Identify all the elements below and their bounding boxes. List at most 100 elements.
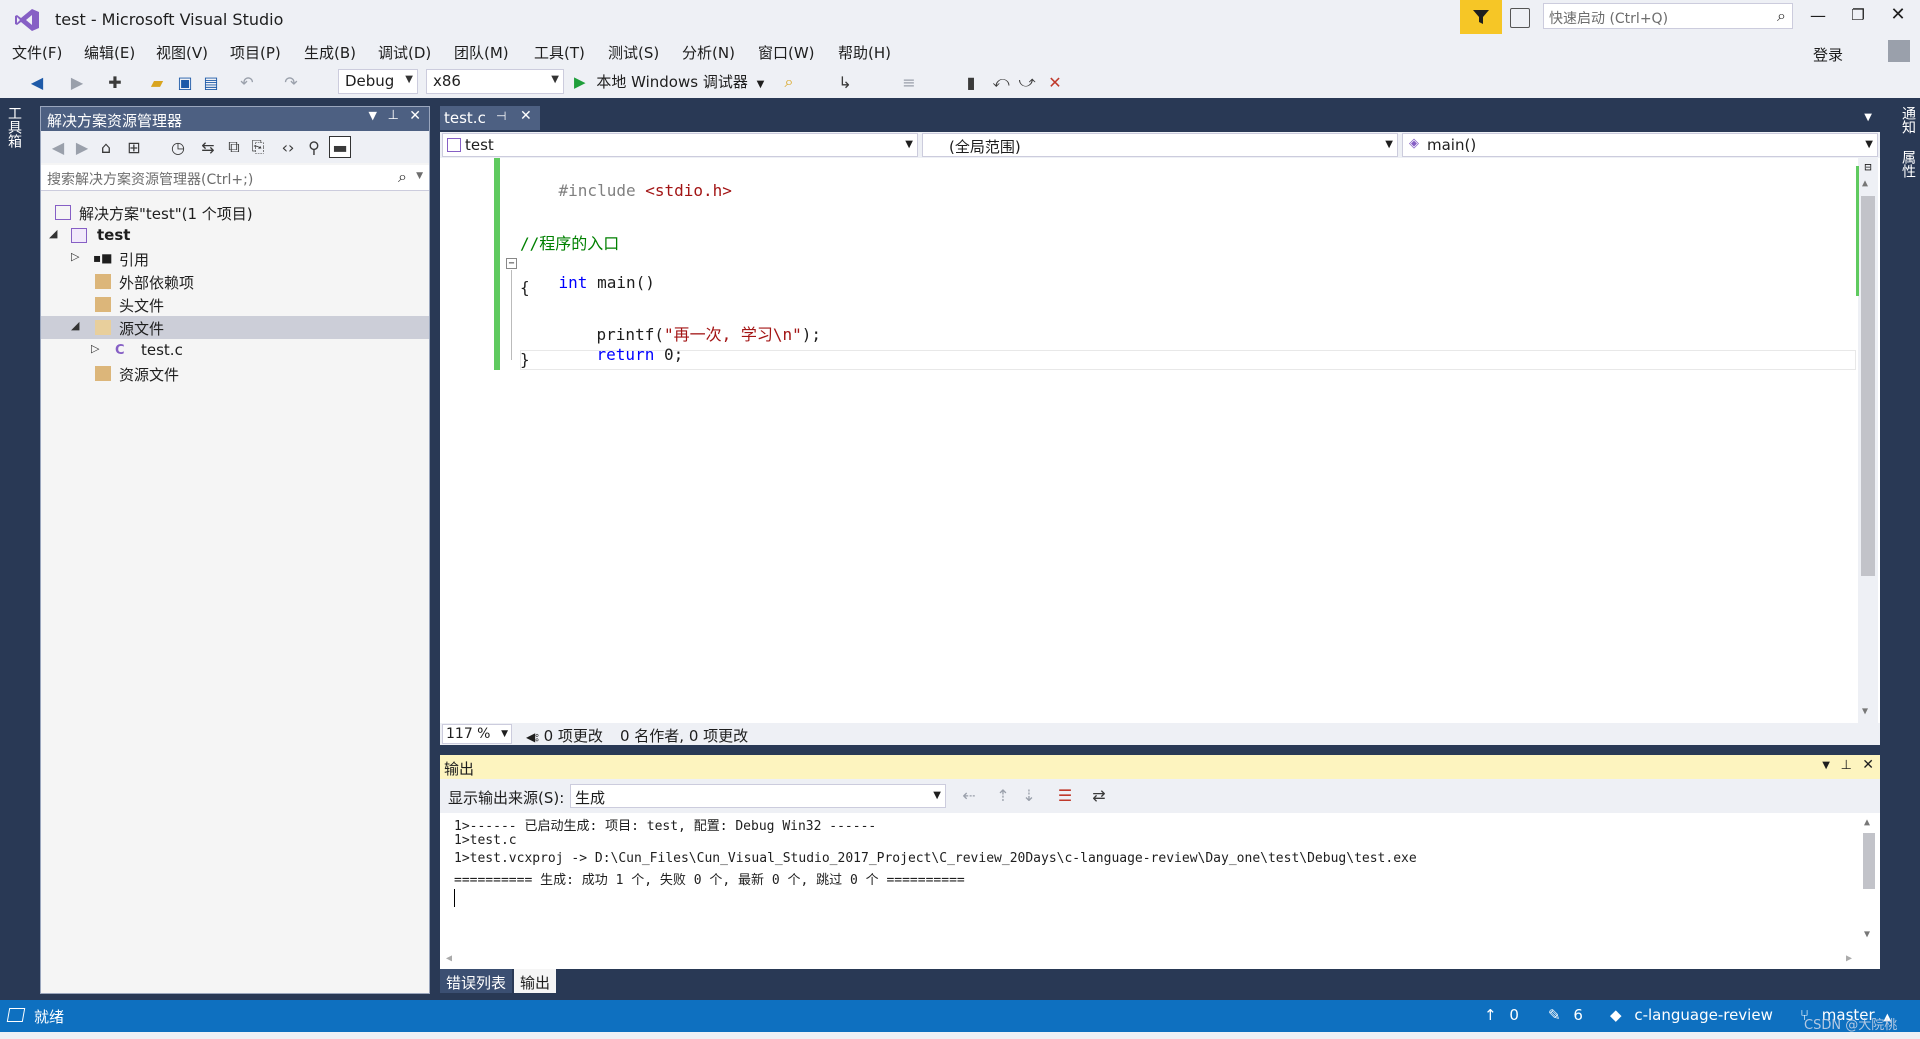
menu-window[interactable]: 窗口(W): [758, 42, 815, 63]
word-wrap-icon[interactable]: ⇄: [1088, 784, 1110, 806]
comment-icon[interactable]: ≡: [898, 71, 920, 93]
notifications-tab[interactable]: 通知: [1898, 106, 1918, 134]
panel-menu-icon[interactable]: ▼: [369, 109, 377, 122]
collapse-icon[interactable]: ⧉: [223, 136, 245, 158]
history-icon[interactable]: ◷: [167, 136, 189, 158]
tab-overflow-icon[interactable]: ▼: [1864, 112, 1872, 123]
menu-tools[interactable]: 工具(T): [534, 42, 585, 63]
menu-help[interactable]: 帮助(H): [838, 42, 891, 63]
properties-tab[interactable]: 属性: [1898, 150, 1918, 178]
split-icon[interactable]: ⊟: [1861, 160, 1875, 174]
tree-source-files[interactable]: ◢ 源文件: [41, 316, 429, 339]
solution-search-input[interactable]: 搜索解决方案资源管理器(Ctrl+;) ⌕ ▼: [41, 165, 429, 191]
menu-edit[interactable]: 编辑(E): [84, 42, 135, 63]
codelens-changes[interactable]: ◀⦂ 0 项更改: [526, 725, 603, 746]
collapse-toggle-icon[interactable]: −: [506, 258, 517, 269]
panel-menu-icon[interactable]: ▼: [1822, 760, 1830, 771]
preview-icon[interactable]: ▬: [329, 136, 351, 158]
tree-solution[interactable]: 解决方案"test"(1 个项目): [41, 201, 429, 224]
prev-message-icon[interactable]: ⇡: [992, 784, 1014, 806]
clear-all-icon[interactable]: ☰: [1054, 784, 1076, 806]
quick-launch-input[interactable]: 快速启动 (Ctrl+Q) ⌕: [1543, 3, 1793, 29]
tree-references[interactable]: ▷ ▪■ 引用: [41, 247, 429, 270]
tree-external-deps[interactable]: 外部依赖项: [41, 270, 429, 293]
scroll-right-icon[interactable]: ▶: [1846, 953, 1852, 964]
output-text-area[interactable]: 1>------ 已启动生成: 项目: test, 配置: Debug Win3…: [440, 813, 1880, 969]
nav-member-select[interactable]: ◈ main() ▼: [1402, 133, 1878, 157]
horizontal-scrollbar[interactable]: [778, 729, 1858, 739]
scroll-up-icon[interactable]: ▲: [1862, 178, 1868, 189]
editor-vertical-scrollbar[interactable]: ⊟ ▲ ▼: [1858, 158, 1878, 723]
step-icon[interactable]: ↳: [834, 71, 856, 93]
tab-output[interactable]: 输出: [514, 969, 557, 993]
unpushed-commits[interactable]: ↑ 0: [1484, 1006, 1519, 1024]
pin-icon[interactable]: ⊣: [496, 109, 506, 123]
show-all-icon[interactable]: ⎘: [247, 136, 269, 158]
tree-resource-files[interactable]: 资源文件: [41, 362, 429, 385]
back-icon[interactable]: ◀: [26, 71, 48, 93]
scroll-down-icon[interactable]: ▼: [1864, 929, 1870, 940]
output-vertical-scrollbar[interactable]: ▲ ▼: [1860, 813, 1878, 969]
menu-debug[interactable]: 调试(D): [378, 42, 431, 63]
codelens-authors[interactable]: 0 名作者, 0 项更改: [620, 725, 748, 746]
restore-button[interactable]: ❐: [1846, 6, 1870, 30]
code-editor[interactable]: − #include <stdio.h> //程序的入口 int main() …: [440, 158, 1880, 723]
go-to-error-icon[interactable]: ⇠: [958, 784, 980, 806]
switch-view-icon[interactable]: ⊞: [123, 136, 145, 158]
nav-scope-select[interactable]: (全局范围) ▼: [922, 133, 1398, 157]
close-icon[interactable]: ✕: [1862, 757, 1874, 773]
menu-project[interactable]: 项目(P): [230, 42, 281, 63]
feedback-icon[interactable]: [1510, 8, 1530, 28]
undo-icon[interactable]: ↶: [236, 71, 258, 93]
menu-view[interactable]: 视图(V): [156, 42, 208, 63]
expanded-icon[interactable]: ◢: [71, 319, 79, 332]
pending-changes[interactable]: ✎ 6: [1548, 1006, 1583, 1024]
sync-icon[interactable]: ⇆: [197, 136, 219, 158]
scroll-up-icon[interactable]: ▲: [1864, 817, 1870, 828]
back-icon[interactable]: ◀: [47, 136, 69, 158]
config-select[interactable]: Debug ▼: [338, 69, 418, 94]
home-icon[interactable]: ⌂: [95, 136, 117, 158]
pin-icon[interactable]: ⊥: [388, 108, 399, 123]
save-all-icon[interactable]: ▤: [200, 71, 222, 93]
prev-bookmark-icon[interactable]: ⤺: [990, 71, 1012, 93]
pin-icon[interactable]: ⊥: [1841, 758, 1852, 773]
tab-test-c[interactable]: test.c ⊣ ✕: [440, 106, 540, 130]
forward-icon[interactable]: ▶: [71, 136, 93, 158]
find-icon[interactable]: ⌕: [778, 71, 800, 93]
platform-select[interactable]: x86 ▼: [426, 69, 564, 94]
tree-file-test-c[interactable]: ▷ C test.c: [41, 339, 429, 362]
collapsed-icon[interactable]: ▷: [71, 250, 79, 263]
code-icon[interactable]: ‹›: [277, 136, 299, 158]
open-file-icon[interactable]: ▰: [146, 71, 168, 93]
tab-error-list[interactable]: 错误列表: [440, 969, 513, 993]
menu-file[interactable]: 文件(F): [12, 42, 62, 63]
repository-selector[interactable]: ◆ c-language-review: [1610, 1006, 1773, 1024]
menu-analyze[interactable]: 分析(N): [682, 42, 735, 63]
menu-test[interactable]: 测试(S): [608, 42, 659, 63]
bookmark-icon[interactable]: ▮: [960, 71, 982, 93]
close-button[interactable]: ✕: [1886, 4, 1910, 28]
scroll-left-icon[interactable]: ◀: [446, 953, 452, 964]
menu-team[interactable]: 团队(M): [454, 42, 509, 63]
clear-bookmarks-icon[interactable]: ✕: [1044, 71, 1066, 93]
tree-project-test[interactable]: ◢ test: [41, 224, 429, 247]
next-bookmark-icon[interactable]: ⤻: [1016, 71, 1038, 93]
start-debug-button[interactable]: ▶ 本地 Windows 调试器 ▼: [574, 71, 764, 93]
output-source-select[interactable]: 生成 ▼: [570, 784, 946, 808]
forward-icon[interactable]: ▶: [66, 71, 88, 93]
account-avatar[interactable]: [1888, 40, 1910, 62]
expanded-icon[interactable]: ◢: [49, 227, 57, 240]
scroll-thumb[interactable]: [1863, 833, 1875, 889]
zoom-select[interactable]: 117 % ▼: [442, 724, 512, 744]
toolbox-tab[interactable]: 工具箱: [4, 106, 24, 148]
notification-filter-icon[interactable]: [1460, 0, 1502, 34]
menu-build[interactable]: 生成(B): [304, 42, 356, 63]
signin-link[interactable]: 登录: [1813, 44, 1843, 65]
next-message-icon[interactable]: ⇣: [1018, 784, 1040, 806]
tree-header-files[interactable]: 头文件: [41, 293, 429, 316]
scroll-thumb[interactable]: [1861, 196, 1875, 576]
save-icon[interactable]: ▣: [174, 71, 196, 93]
scroll-down-icon[interactable]: ▼: [1862, 706, 1868, 717]
redo-icon[interactable]: ↷: [280, 71, 302, 93]
